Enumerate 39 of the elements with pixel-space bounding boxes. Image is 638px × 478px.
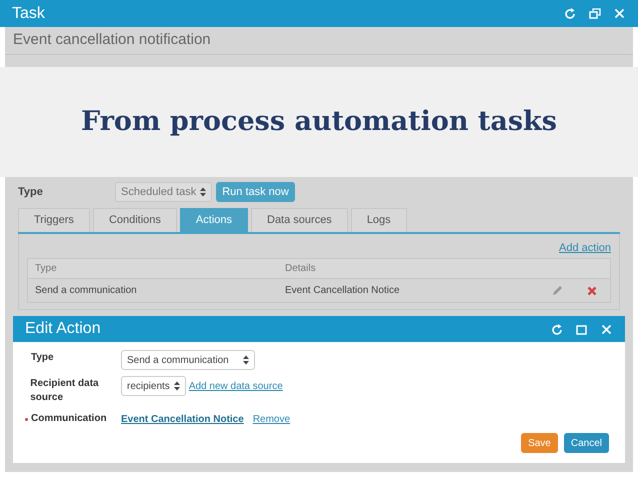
task-name: Event cancellation notification <box>13 30 211 50</box>
communication-link[interactable]: Event Cancellation Notice <box>121 412 244 426</box>
cancel-button[interactable]: Cancel <box>564 433 609 453</box>
select-field[interactable]: recipients <box>121 376 186 396</box>
restore-icon[interactable] <box>588 7 601 20</box>
column-header: Type <box>35 262 58 276</box>
tab[interactable]: Triggers <box>18 208 90 232</box>
table-cell-text: Event Cancellation Notice <box>285 284 401 298</box>
window-title: Edit Action <box>25 319 101 339</box>
column-header: Details <box>285 262 316 276</box>
tab[interactable]: Conditions <box>92 208 177 232</box>
table-cell-text: Send a communication <box>35 284 138 298</box>
field-label: Type <box>31 351 54 365</box>
add-data-source-link[interactable]: Add new data source <box>188 378 283 394</box>
maximize-icon[interactable] <box>575 322 588 336</box>
required-marker <box>25 418 28 420</box>
caption-text: From process automation tasks <box>81 104 557 139</box>
window-title: Task <box>12 4 45 24</box>
select-arrows-icon <box>174 381 180 391</box>
type-select[interactable]: Scheduled task <box>115 182 212 202</box>
field-label: Type <box>18 184 44 200</box>
select-arrows-icon <box>200 187 206 197</box>
close-icon[interactable] <box>600 322 613 336</box>
tab[interactable]: Actions <box>180 208 248 232</box>
run-task-button[interactable]: Run task now <box>216 182 295 202</box>
close-icon[interactable] <box>613 7 626 20</box>
refresh-icon[interactable] <box>563 7 576 20</box>
tab[interactable]: Data sources <box>251 208 348 232</box>
remove-link[interactable]: Remove <box>252 412 290 426</box>
select-arrows-icon <box>243 355 249 365</box>
save-button[interactable]: Save <box>521 433 558 453</box>
field-label: Recipient data source <box>30 377 100 405</box>
select-field[interactable]: Send a communication <box>121 350 255 370</box>
add-action-link[interactable]: Add action <box>559 240 611 256</box>
tab[interactable]: Logs <box>350 208 407 232</box>
refresh-icon[interactable] <box>550 322 563 336</box>
field-label: Communication <box>31 412 107 426</box>
delete-icon[interactable] <box>587 286 597 296</box>
pencil-icon[interactable] <box>552 285 563 296</box>
